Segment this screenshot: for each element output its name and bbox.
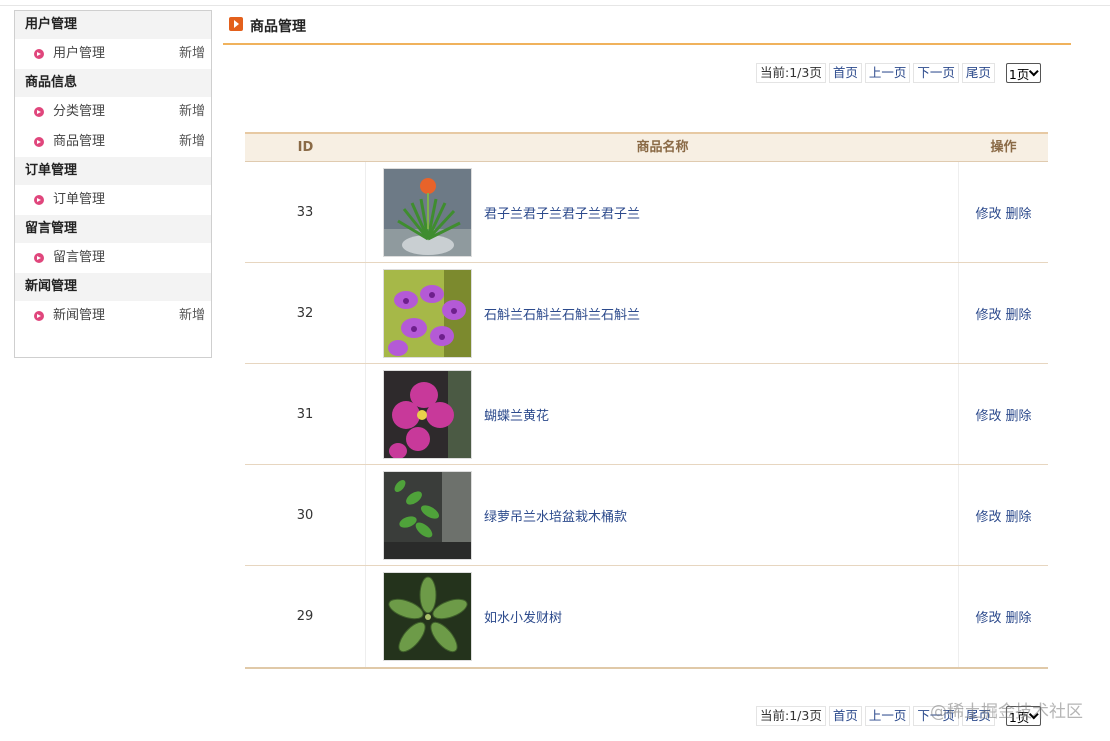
row-id: 33 [245,162,366,262]
page-header: 商品管理 [223,14,1071,45]
row-id: 32 [245,263,366,363]
row-actions: 修改 删除 [959,263,1048,363]
product-name-link[interactable]: 石斛兰石斛兰石斛兰石斛兰 [484,304,640,323]
chevron-down-icon [1029,65,1040,76]
bullet-arrow-icon [34,311,44,321]
bullet-arrow-icon [34,107,44,117]
sidebar-item-label: 商品管理 [53,134,106,149]
clivia-image [383,167,472,257]
row-actions: 修改 删除 [959,162,1048,262]
sidebar-item-label: 留言管理 [53,250,106,265]
sidebar-item-news-manage[interactable]: 新闻管理 新增 [15,301,211,331]
bullet-arrow-icon [34,253,44,263]
arrow-right-icon [229,17,243,31]
row-actions: 修改 删除 [959,566,1048,667]
column-header-id: ID [297,140,314,155]
edit-link[interactable]: 修改 [975,607,1001,626]
product-table: ID 商品名称 操作 33 君子兰君子兰君子兰君子兰 修改 删除 32 石斛兰石… [245,132,1048,669]
add-product-link[interactable]: 新增 [179,127,205,157]
bullet-arrow-icon [34,49,44,59]
edit-link[interactable]: 修改 [975,304,1001,323]
table-row: 33 君子兰君子兰君子兰君子兰 修改 删除 [245,162,1048,263]
sidebar-section-title: 订单管理 [15,157,211,185]
sidebar-item-label: 新闻管理 [53,308,106,323]
edit-link[interactable]: 修改 [975,203,1001,222]
money-tree-image [383,572,472,661]
delete-link[interactable]: 删除 [1006,203,1032,222]
table-row: 30 绿萝吊兰水培盆栽木桶款 修改 删除 [245,465,1048,566]
row-actions: 修改 删除 [959,465,1048,565]
delete-link[interactable]: 删除 [1006,405,1032,424]
sidebar-item-product-manage[interactable]: 商品管理 新增 [15,127,211,157]
bullet-arrow-icon [34,195,44,205]
row-name-cell: 如水小发财树 [366,566,959,667]
row-id: 31 [245,364,366,464]
sidebar-item-label: 分类管理 [53,104,106,119]
bullet-arrow-icon [34,137,44,147]
table-row: 31 蝴蝶兰黄花 修改 删除 [245,364,1048,465]
page-indicator: 当前:1/3页 [756,706,826,726]
product-name-link[interactable]: 绿萝吊兰水培盆栽木桶款 [484,506,627,525]
top-border [0,0,1110,6]
page-select-value: 1页 [1008,66,1030,82]
first-page-link[interactable]: 首页 [828,706,862,726]
column-header-name: 商品名称 [636,140,689,155]
dendrobium-image [383,268,472,358]
add-category-link[interactable]: 新增 [179,97,205,127]
row-name-cell: 君子兰君子兰君子兰君子兰 [366,162,959,262]
page-select[interactable]: 1页 [1005,63,1042,83]
row-name-cell: 绿萝吊兰水培盆栽木桶款 [366,465,959,565]
pagination-top: 当前:1/3页 首页 上一页 下一页 尾页 1页 [756,62,1042,84]
product-name-link[interactable]: 蝴蝶兰黄花 [484,405,549,424]
first-page-link[interactable]: 首页 [828,63,862,83]
delete-link[interactable]: 删除 [1006,607,1032,626]
sidebar-section-title: 用户管理 [15,11,211,39]
delete-link[interactable]: 删除 [1006,304,1032,323]
row-id: 30 [245,465,366,565]
column-header-operation: 操作 [990,140,1017,155]
sidebar-section-title: 留言管理 [15,215,211,243]
sidebar-item-user-manage[interactable]: 用户管理 新增 [15,39,211,69]
sidebar-section-title: 新闻管理 [15,273,211,301]
row-name-cell: 石斛兰石斛兰石斛兰石斛兰 [366,263,959,363]
row-name-cell: 蝴蝶兰黄花 [366,364,959,464]
sidebar-item-category-manage[interactable]: 分类管理 新增 [15,97,211,127]
sidebar-item-label: 订单管理 [53,192,106,207]
product-name-link[interactable]: 君子兰君子兰君子兰君子兰 [484,203,640,222]
sidebar-item-label: 用户管理 [53,46,106,61]
page-indicator: 当前:1/3页 [756,63,826,83]
table-row: 32 石斛兰石斛兰石斛兰石斛兰 修改 删除 [245,263,1048,364]
last-page-link[interactable]: 尾页 [961,63,995,83]
add-news-link[interactable]: 新增 [179,301,205,331]
prev-page-link[interactable]: 上一页 [864,706,911,726]
add-user-link[interactable]: 新增 [179,39,205,69]
row-id: 29 [245,566,366,667]
edit-link[interactable]: 修改 [975,506,1001,525]
watermark: @稀土掘金技术社区 [930,702,1083,722]
next-page-link[interactable]: 下一页 [913,63,959,83]
page-title: 商品管理 [250,19,306,35]
delete-link[interactable]: 删除 [1006,506,1032,525]
prev-page-link[interactable]: 上一页 [864,63,911,83]
pothos-image [383,470,472,560]
sidebar-section-title: 商品信息 [15,69,211,97]
table-row: 29 如水小发财树 修改 删除 [245,566,1048,667]
sidebar: 用户管理 用户管理 新增 商品信息 分类管理 新增 商品管理 新增 订单管理 订… [14,10,212,358]
edit-link[interactable]: 修改 [975,405,1001,424]
sidebar-item-message-manage[interactable]: 留言管理 [15,243,211,273]
row-actions: 修改 删除 [959,364,1048,464]
product-name-link[interactable]: 如水小发财树 [484,607,562,626]
table-header: ID 商品名称 操作 [245,134,1048,162]
phalaenopsis-image [383,369,472,459]
sidebar-item-order-manage[interactable]: 订单管理 [15,185,211,215]
